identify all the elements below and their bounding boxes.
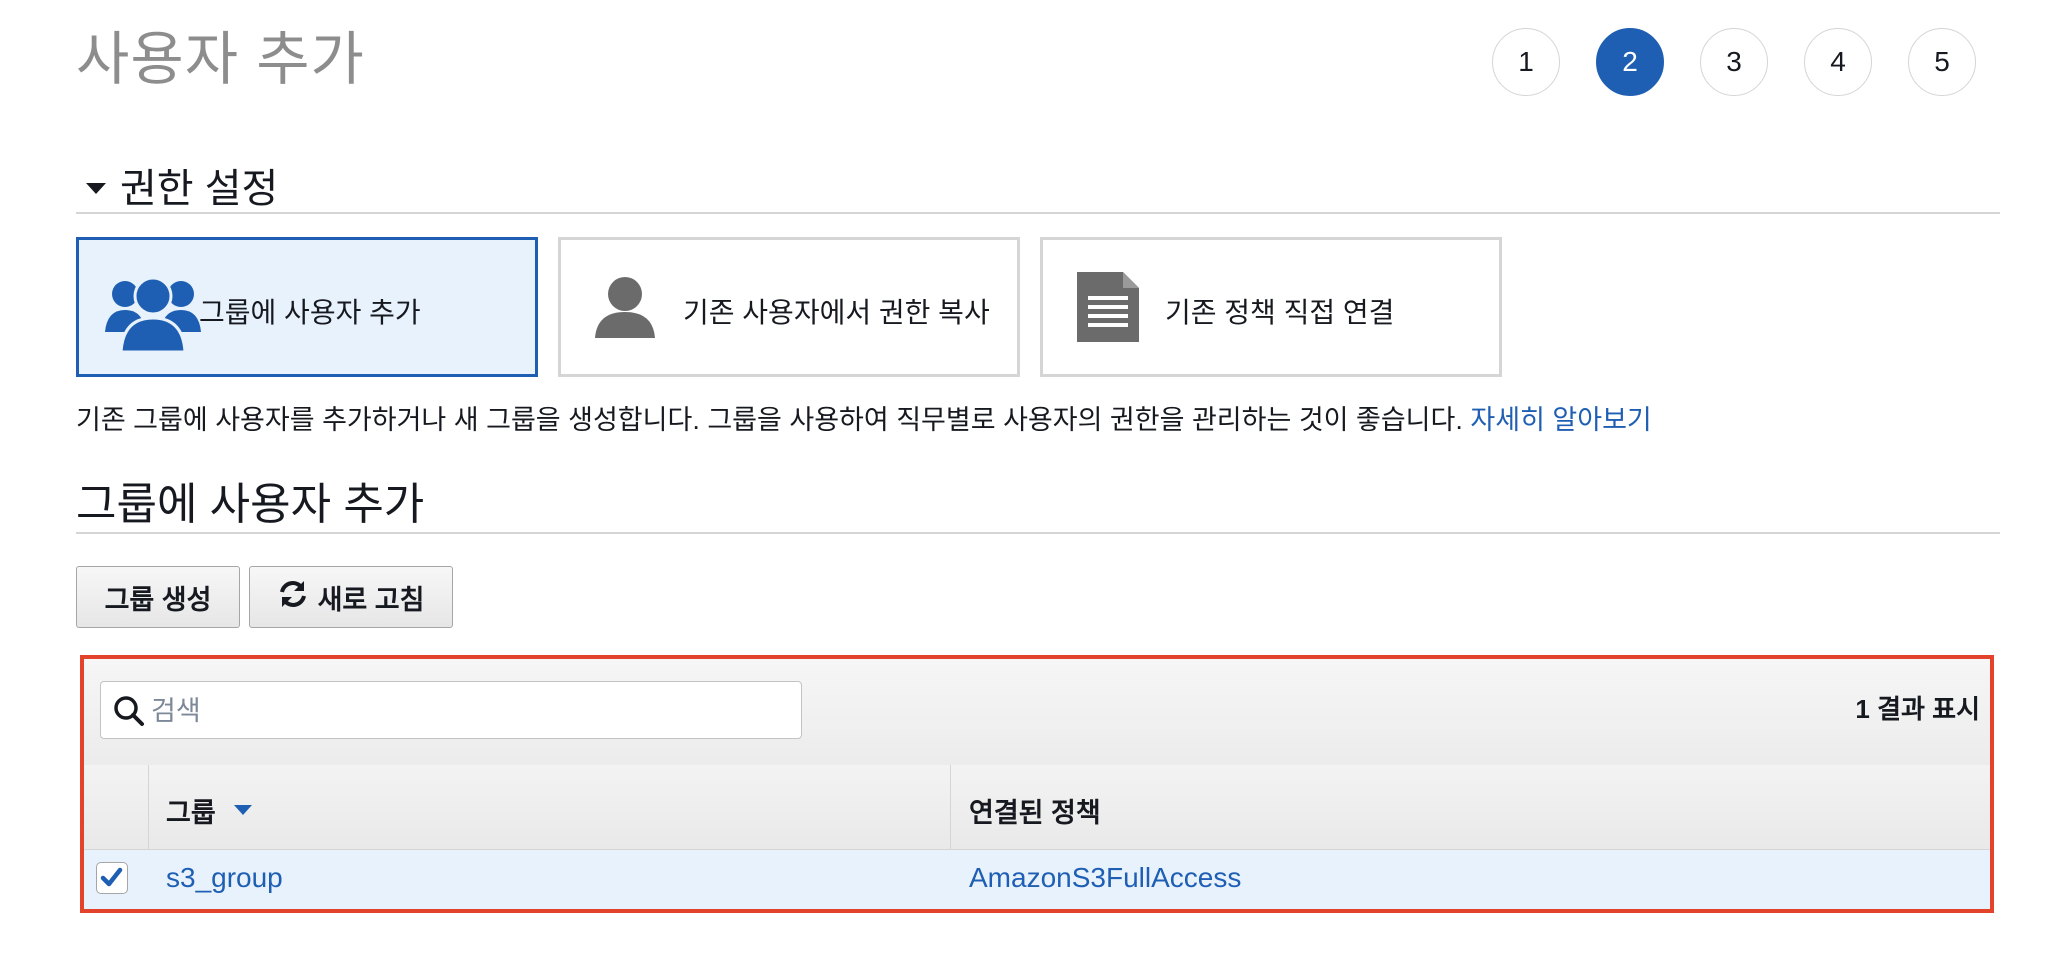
permissions-description: 기존 그룹에 사용자를 추가하거나 새 그룹을 생성합니다. 그룹을 사용하여 … bbox=[76, 398, 1652, 437]
sort-desc-icon bbox=[234, 805, 252, 815]
caret-down-icon bbox=[86, 183, 106, 194]
option-copy-permissions[interactable]: 기존 사용자에서 권한 복사 bbox=[558, 237, 1020, 377]
table-toolbar: 1 결과 표시 bbox=[84, 659, 1990, 766]
table-row[interactable]: s3_group AmazonS3FullAccess bbox=[84, 850, 1990, 909]
permissions-section-header[interactable]: 권한 설정 bbox=[76, 150, 2000, 214]
create-group-button[interactable]: 그룹 생성 bbox=[76, 566, 240, 628]
result-count: 1 결과 표시 bbox=[1855, 694, 1980, 724]
group-name-link[interactable]: s3_group bbox=[166, 862, 283, 894]
learn-more-link[interactable]: 자세히 알아보기 bbox=[1470, 405, 1651, 435]
option-copy-permissions-label: 기존 사용자에서 권한 복사 bbox=[683, 297, 990, 328]
group-section-title: 그룹에 사용자 추가 bbox=[76, 480, 425, 529]
option-attach-policies[interactable]: 기존 정책 직접 연결 bbox=[1040, 237, 1502, 377]
permissions-section-title: 권한 설정 bbox=[120, 167, 279, 211]
step-indicator: 1 2 3 4 5 bbox=[1492, 28, 1976, 96]
option-add-to-group[interactable]: 그룹에 사용자 추가 bbox=[76, 237, 538, 377]
users-group-icon bbox=[103, 268, 203, 357]
select-column-header bbox=[84, 765, 149, 849]
refresh-button[interactable]: 새로 고침 bbox=[249, 566, 453, 628]
option-add-to-group-label: 그룹에 사용자 추가 bbox=[199, 297, 421, 328]
description-text: 기존 그룹에 사용자를 추가하거나 새 그룹을 생성합니다. 그룹을 사용하여 … bbox=[76, 405, 1463, 435]
groups-table: 1 결과 표시 그룹 연결된 정책 s3_group AmazonS3FullA… bbox=[80, 655, 1994, 913]
create-group-label: 그룹 생성 bbox=[104, 584, 212, 615]
search-field[interactable] bbox=[100, 681, 802, 740]
step-1[interactable]: 1 bbox=[1492, 28, 1560, 96]
refresh-label: 새로 고침 bbox=[317, 584, 425, 615]
step-4[interactable]: 4 bbox=[1804, 28, 1872, 96]
step-2[interactable]: 2 bbox=[1596, 28, 1664, 96]
group-section-header: 그룹에 사용자 추가 bbox=[76, 462, 2000, 534]
refresh-icon bbox=[278, 579, 308, 616]
add-user-page: 사용자 추가 1 2 3 4 5 권한 설정 그룹에 사용자 추가 기존 사용자… bbox=[0, 0, 2062, 968]
option-attach-policies-label: 기존 정책 직접 연결 bbox=[1165, 297, 1395, 328]
document-icon bbox=[1077, 272, 1139, 347]
step-3[interactable]: 3 bbox=[1700, 28, 1768, 96]
search-input[interactable] bbox=[149, 682, 793, 740]
step-5[interactable]: 5 bbox=[1908, 28, 1976, 96]
table-header: 그룹 연결된 정책 bbox=[84, 765, 1990, 850]
row-checkbox[interactable] bbox=[96, 862, 128, 894]
group-column-label: 그룹 bbox=[166, 798, 216, 828]
search-icon bbox=[113, 695, 145, 732]
checkmark-icon bbox=[100, 867, 123, 887]
page-title: 사용자 추가 bbox=[76, 27, 365, 92]
policy-column-label: 연결된 정책 bbox=[969, 798, 1101, 828]
policy-link[interactable]: AmazonS3FullAccess bbox=[969, 862, 1241, 894]
group-column-header[interactable]: 그룹 bbox=[148, 765, 951, 849]
user-icon bbox=[593, 276, 657, 343]
policy-column-header: 연결된 정책 bbox=[951, 765, 1991, 849]
